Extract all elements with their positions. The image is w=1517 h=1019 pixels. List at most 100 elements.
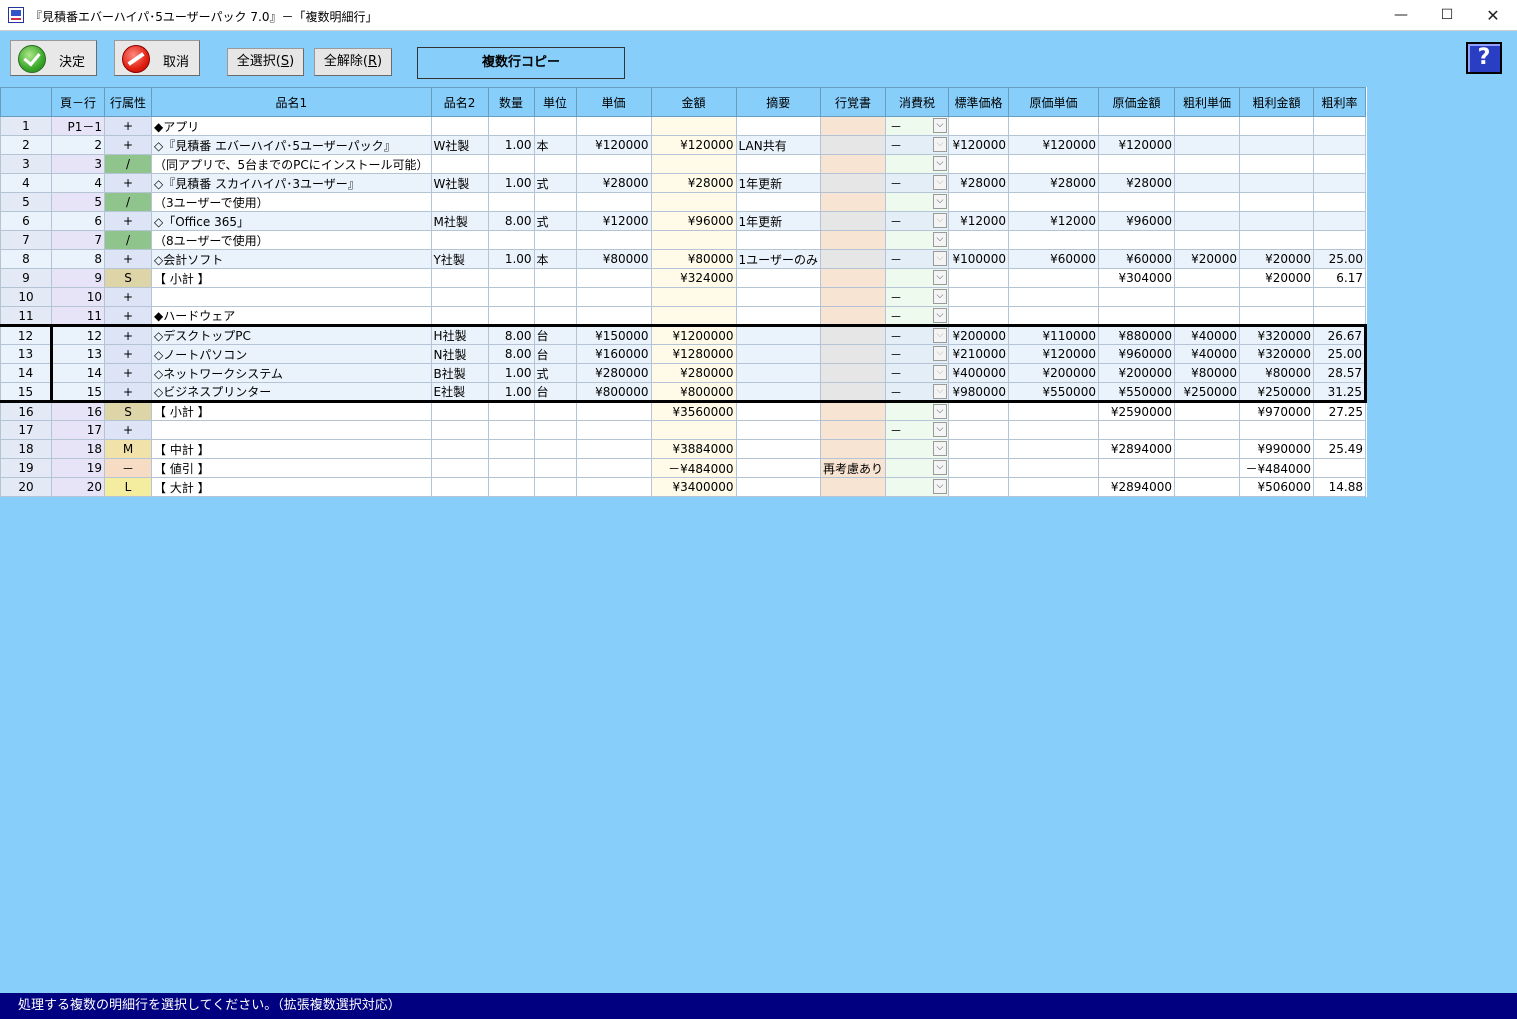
page-line-cell[interactable]: 9 — [51, 268, 105, 288]
standard-price-cell[interactable] — [947, 401, 1009, 421]
margin-unit-price-cell[interactable] — [1173, 420, 1240, 440]
chevron-down-icon[interactable]: ⌵ — [932, 232, 947, 247]
table-row[interactable]: 11 11 + ◆ハードウェア－ ⌵ — [0, 306, 1366, 326]
row-number[interactable]: 7 — [0, 230, 52, 250]
column-header-corner[interactable] — [0, 87, 52, 117]
unit-cell[interactable] — [533, 287, 577, 307]
row-number[interactable]: 8 — [0, 249, 52, 269]
row-attr-cell[interactable]: + — [104, 363, 152, 383]
table-row[interactable]: 1 P1－1 + ◆アプリ－ ⌵ — [0, 116, 1366, 136]
unit-cell[interactable] — [533, 230, 577, 250]
chevron-down-icon[interactable]: ⌵ — [932, 328, 947, 343]
row-note-cell[interactable] — [819, 173, 886, 193]
cost-amount-cell[interactable]: ¥120000 — [1097, 135, 1175, 155]
tax-cell[interactable]: ⌵ — [884, 154, 949, 174]
summary-cell[interactable] — [735, 439, 821, 459]
row-number[interactable]: 4 — [0, 173, 52, 193]
margin-unit-price-cell[interactable] — [1173, 192, 1240, 212]
close-icon[interactable]: ✕ — [1470, 0, 1516, 31]
row-number[interactable]: 20 — [0, 477, 52, 497]
column-header-margin-amount[interactable]: 粗利金額 — [1238, 87, 1314, 117]
item-name1-cell[interactable]: ◇ネットワークシステム — [151, 363, 432, 383]
amount-cell[interactable]: ¥80000 — [650, 249, 737, 269]
item-name2-cell[interactable]: H社製 — [430, 324, 489, 345]
row-attr-cell[interactable]: + — [104, 135, 152, 155]
column-header-amount[interactable]: 金額 — [650, 87, 737, 117]
cost-amount-cell[interactable]: ¥2894000 — [1097, 477, 1175, 497]
summary-cell[interactable] — [735, 116, 821, 136]
standard-price-cell[interactable]: ¥200000 — [947, 324, 1009, 345]
tax-cell[interactable]: － ⌵ — [884, 344, 949, 364]
quantity-cell[interactable] — [487, 287, 535, 307]
standard-price-cell[interactable] — [947, 477, 1009, 497]
page-line-cell[interactable]: 17 — [51, 420, 105, 440]
row-note-cell[interactable] — [819, 439, 886, 459]
row-number[interactable]: 15 — [0, 382, 52, 403]
standard-price-cell[interactable]: ¥120000 — [947, 135, 1009, 155]
column-header-margin-unit-price[interactable]: 粗利単価 — [1173, 87, 1240, 117]
chevron-down-icon[interactable]: ⌵ — [932, 194, 947, 209]
table-row[interactable]: 8 8 + ◇会計ソフト Y社製 1.00 本 ¥80000 ¥80000 1ユーザーのみ－ ⌵ ¥1… — [0, 249, 1366, 269]
page-line-cell[interactable]: 5 — [51, 192, 105, 212]
row-note-cell[interactable] — [819, 154, 886, 174]
unit-price-cell[interactable]: ¥160000 — [575, 344, 652, 364]
cost-unit-price-cell[interactable]: ¥200000 — [1007, 363, 1099, 383]
tax-cell[interactable]: － ⌵ — [884, 249, 949, 269]
row-number[interactable]: 18 — [0, 439, 52, 459]
margin-unit-price-cell[interactable]: ¥80000 — [1173, 363, 1240, 383]
unit-price-cell[interactable] — [575, 420, 652, 440]
tax-cell[interactable]: ⌵ — [884, 401, 949, 421]
unit-price-cell[interactable] — [575, 401, 652, 421]
item-name2-cell[interactable] — [430, 230, 489, 250]
row-number[interactable]: 14 — [0, 363, 52, 383]
unit-cell[interactable] — [533, 154, 577, 174]
amount-cell[interactable]: ¥3400000 — [650, 477, 737, 497]
margin-rate-cell[interactable] — [1312, 458, 1366, 478]
table-row[interactable]: 3 3/（同アプリで、5台までのPCにインストール可能） ⌵ — [0, 154, 1366, 174]
table-row[interactable]: 10 10 + － ⌵ — [0, 287, 1366, 307]
standard-price-cell[interactable] — [947, 268, 1009, 288]
page-line-cell[interactable]: 12 — [50, 324, 105, 345]
table-row[interactable]: 18 18 M 【 中計 】 ¥3884000 ⌵ ¥2894000 ¥990000 25.49 — [0, 439, 1366, 459]
unit-cell[interactable]: 本 — [533, 249, 577, 269]
quantity-cell[interactable] — [487, 439, 535, 459]
margin-amount-cell[interactable]: －¥484000 — [1238, 458, 1314, 478]
amount-cell[interactable]: ¥1280000 — [650, 344, 737, 364]
row-number[interactable]: 12 — [0, 324, 52, 345]
summary-cell[interactable]: 1ユーザーのみ — [735, 249, 821, 269]
amount-cell[interactable]: ¥120000 — [650, 135, 737, 155]
cost-unit-price-cell[interactable]: ¥110000 — [1007, 324, 1099, 345]
item-name1-cell[interactable] — [151, 287, 432, 307]
table-row[interactable]: 2 2 + ◇『見積番 エバーハイパ･5ユーザーパック』 W社製 1.00 本 ¥120000… — [0, 135, 1366, 155]
chevron-down-icon[interactable]: ⌵ — [932, 384, 947, 399]
quantity-cell[interactable] — [487, 306, 535, 326]
item-name1-cell[interactable]: （同アプリで、5台までのPCにインストール可能） — [151, 154, 432, 174]
page-line-cell[interactable]: 3 — [51, 154, 105, 174]
page-line-cell[interactable]: 7 — [51, 230, 105, 250]
quantity-cell[interactable] — [487, 401, 535, 421]
cost-amount-cell[interactable]: ¥2590000 — [1097, 401, 1175, 421]
margin-rate-cell[interactable]: 31.25 — [1312, 382, 1367, 403]
table-row[interactable]: 17 17 + － ⌵ — [0, 420, 1366, 440]
cost-amount-cell[interactable] — [1097, 192, 1175, 212]
amount-cell[interactable]: ¥3560000 — [650, 401, 737, 421]
page-line-cell[interactable]: 8 — [51, 249, 105, 269]
row-attr-cell[interactable]: + — [104, 306, 152, 326]
amount-cell[interactable] — [650, 116, 737, 136]
unit-cell[interactable] — [533, 477, 577, 497]
summary-cell[interactable] — [735, 268, 821, 288]
summary-cell[interactable] — [735, 287, 821, 307]
unit-cell[interactable] — [533, 306, 577, 326]
summary-cell[interactable] — [735, 458, 821, 478]
unit-price-cell[interactable] — [575, 439, 652, 459]
row-number[interactable]: 3 — [0, 154, 52, 174]
margin-amount-cell[interactable] — [1238, 306, 1314, 326]
cancel-button[interactable]: 取消 — [114, 40, 200, 76]
unit-cell[interactable] — [533, 192, 577, 212]
margin-unit-price-cell[interactable] — [1173, 135, 1240, 155]
tax-cell[interactable]: ⌵ — [884, 477, 949, 497]
margin-amount-cell[interactable] — [1238, 287, 1314, 307]
page-line-cell[interactable]: 6 — [51, 211, 105, 231]
margin-rate-cell[interactable]: 27.25 — [1312, 401, 1366, 421]
item-name2-cell[interactable] — [430, 192, 489, 212]
